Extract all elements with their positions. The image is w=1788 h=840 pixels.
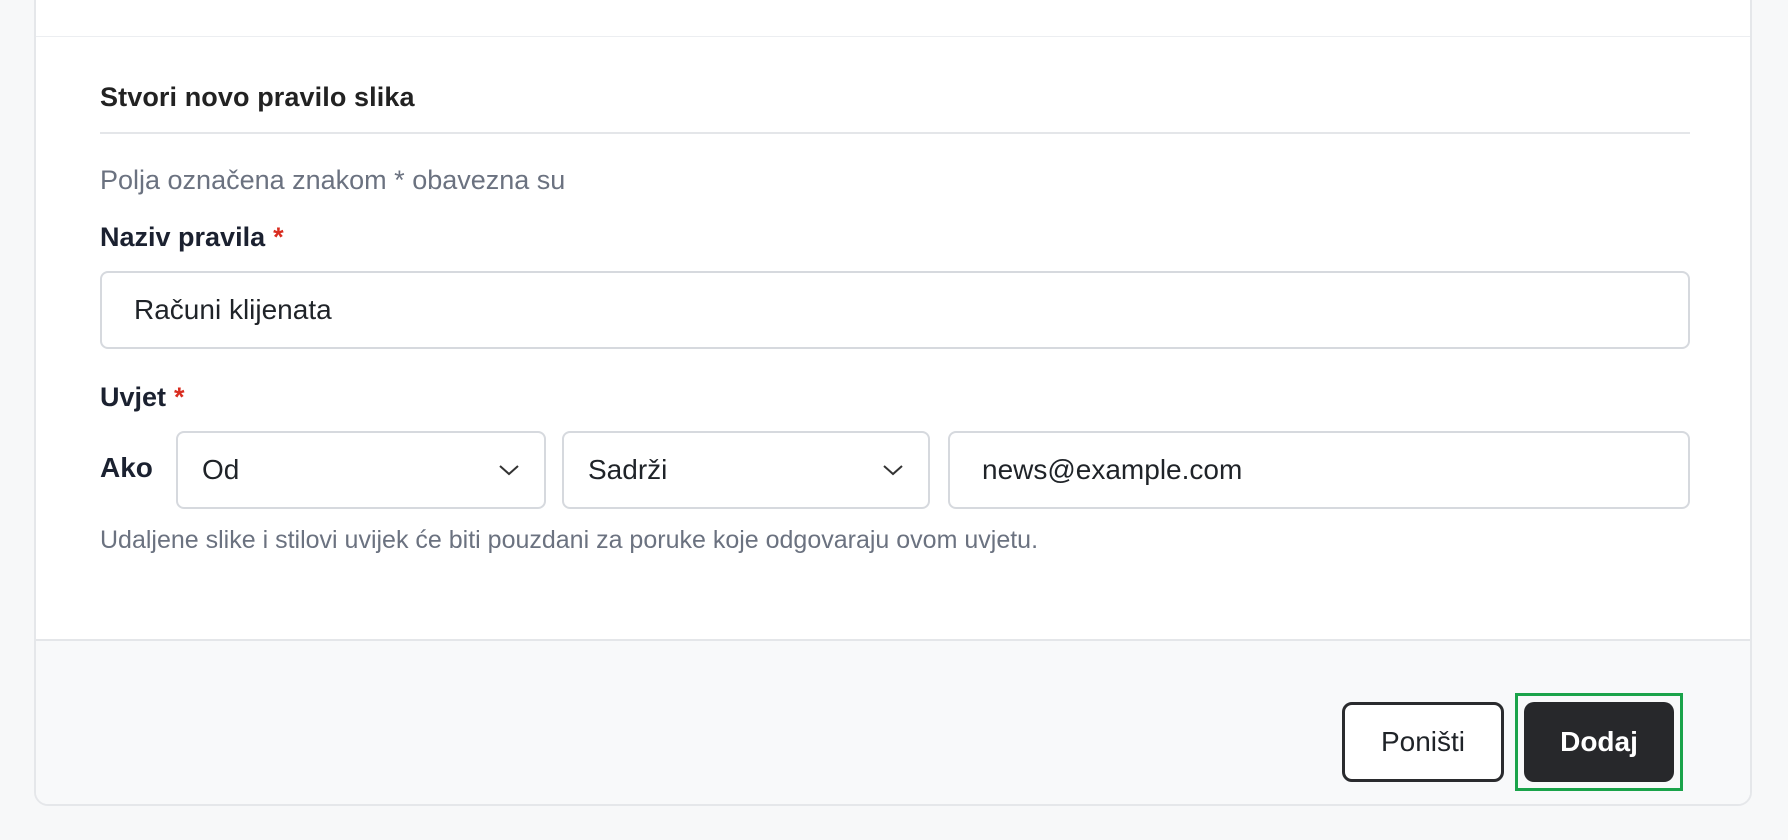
chevron-down-icon bbox=[883, 465, 903, 476]
section-title: Stvori novo pravilo slika bbox=[100, 82, 415, 112]
condition-field-value: Od bbox=[202, 454, 240, 485]
required-fields-hint: Polja označena znakom * obavezna su bbox=[100, 165, 566, 195]
condition-label-text: Uvjet bbox=[100, 382, 167, 412]
condition-operator-value: Sadrži bbox=[588, 454, 668, 485]
condition-operator-select[interactable]: Sadrži bbox=[562, 431, 930, 509]
top-divider bbox=[36, 36, 1750, 37]
rule-name-label-text: Naziv pravila bbox=[100, 222, 266, 252]
rule-name-input[interactable] bbox=[100, 271, 1690, 349]
condition-label: Uvjet * bbox=[100, 382, 185, 413]
condition-value-input[interactable] bbox=[948, 431, 1690, 509]
title-divider bbox=[100, 132, 1690, 134]
image-rule-dialog: Stvori novo pravilo slika Polja označena… bbox=[34, 0, 1752, 806]
condition-helper-text: Udaljene slike i stilovi uvijek će biti … bbox=[100, 526, 1039, 554]
condition-prefix: Ako bbox=[100, 452, 153, 483]
chevron-down-icon bbox=[499, 465, 519, 476]
add-button[interactable]: Dodaj bbox=[1524, 702, 1674, 782]
cancel-button[interactable]: Poništi bbox=[1342, 702, 1504, 782]
required-asterisk: * bbox=[174, 382, 185, 412]
condition-field-select[interactable]: Od bbox=[176, 431, 546, 509]
required-asterisk: * bbox=[273, 222, 284, 252]
rule-name-label: Naziv pravila * bbox=[100, 222, 284, 253]
